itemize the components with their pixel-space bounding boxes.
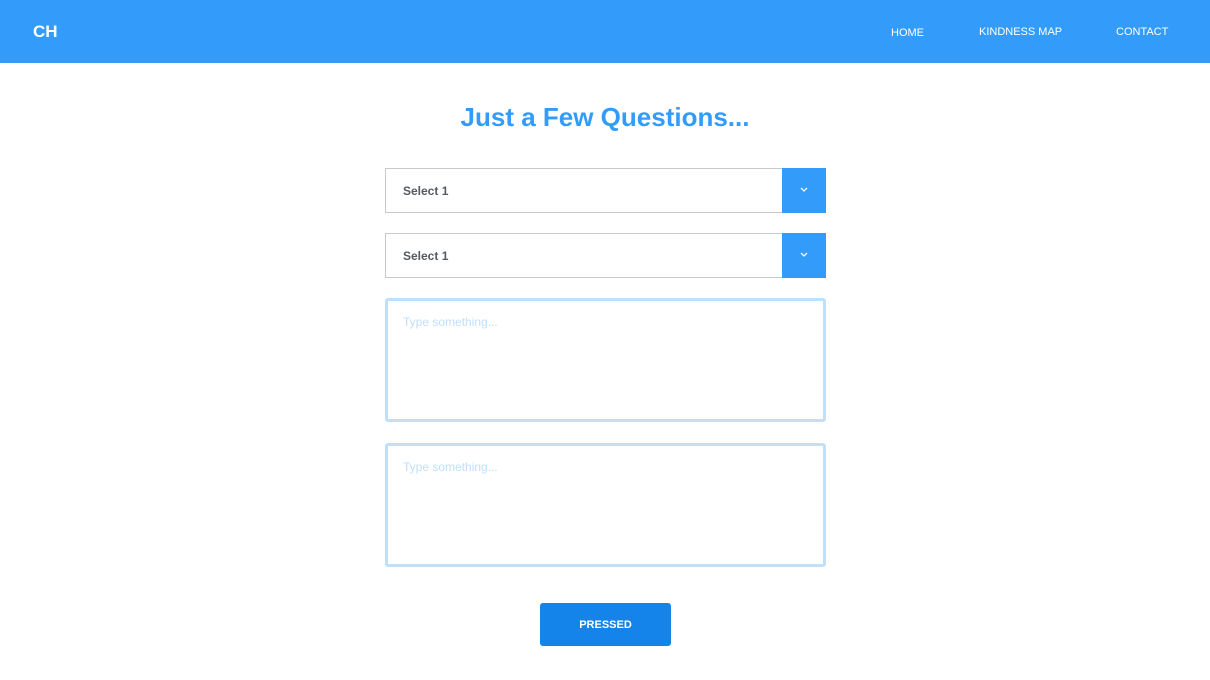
select-value: Select 1 — [403, 184, 449, 198]
nav-link-home[interactable]: HOME — [891, 26, 924, 40]
nav-link-contact[interactable]: CONTACT — [1116, 25, 1168, 39]
brand-logo[interactable]: CH — [33, 22, 58, 42]
page-title: Just a Few Questions... — [460, 102, 750, 132]
chevron-down-icon[interactable] — [782, 168, 826, 213]
answer-textarea-1[interactable] — [385, 298, 826, 422]
chevron-down-icon[interactable] — [782, 233, 826, 278]
select-value: Select 1 — [403, 249, 449, 263]
submit-button[interactable]: PRESSED — [540, 603, 671, 646]
question-select-1[interactable]: Select 1 — [385, 168, 826, 213]
question-select-2[interactable]: Select 1 — [385, 233, 826, 278]
answer-textarea-2[interactable] — [385, 443, 826, 567]
navbar: CH HOME KINDNESS MAP CONTACT — [0, 0, 1210, 63]
nav-link-kindness-map[interactable]: KINDNESS MAP — [979, 25, 1062, 39]
